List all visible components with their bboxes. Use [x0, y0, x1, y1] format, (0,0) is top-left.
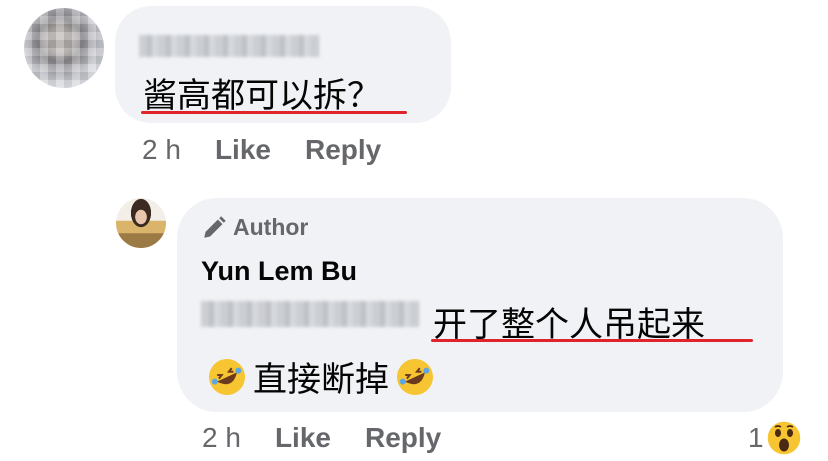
reply-bubble: Author Yun Lem Bu 开了整个人吊起来 直接断掉 [177, 198, 783, 412]
comment-text: 酱高都可以拆？ [143, 76, 381, 116]
pencil-icon [204, 215, 226, 238]
reply-button[interactable]: Reply [365, 422, 441, 454]
reply-actions: 2 h Like Reply [202, 422, 475, 454]
commenter-name-redacted[interactable] [139, 35, 319, 57]
reply-timestamp[interactable]: 2 h [202, 422, 241, 454]
author-badge-label: Author [233, 214, 309, 240]
wow-emoji-icon [765, 420, 802, 456]
reaction-summary[interactable]: 1 [748, 420, 802, 456]
reply-author-name[interactable]: Yun Lem Bu [201, 256, 357, 287]
author-badge: Author [201, 214, 308, 241]
rolling-laughing-emoji-icon [209, 358, 245, 395]
rolling-laughing-emoji-icon [397, 358, 433, 395]
author-avatar[interactable] [116, 198, 166, 248]
comment-bubble: 酱高都可以拆？ [115, 6, 451, 123]
reply-text-line2-label: 直接断掉 [253, 360, 389, 400]
comment-timestamp[interactable]: 2 h [142, 134, 181, 166]
commenter-avatar[interactable] [24, 8, 104, 88]
mentioned-name-redacted[interactable] [201, 301, 419, 327]
reaction-count: 1 [748, 422, 764, 453]
like-button[interactable]: Like [275, 422, 331, 454]
highlight-underline [431, 339, 753, 342]
comment-actions: 2 h Like Reply [142, 134, 415, 166]
like-button[interactable]: Like [215, 134, 271, 166]
comment-thread: 酱高都可以拆？ 2 h Like Reply Author Yun Lem Bu… [0, 0, 828, 461]
highlight-underline [141, 111, 407, 114]
reply-button[interactable]: Reply [305, 134, 381, 166]
reply-text-line2: 直接断掉 [201, 352, 441, 401]
